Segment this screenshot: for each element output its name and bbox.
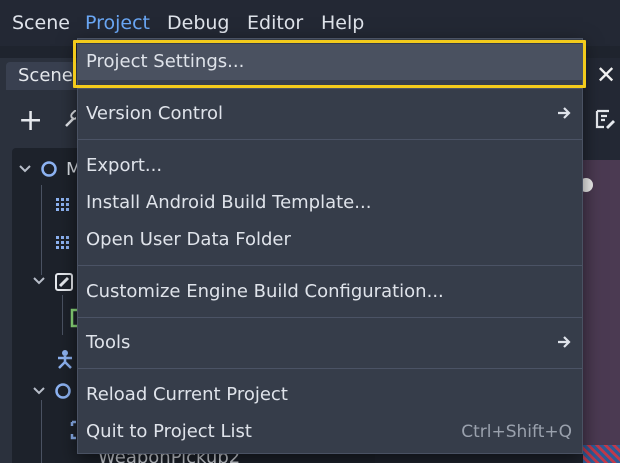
menu-item-open-user-data[interactable]: Open User Data Folder — [78, 222, 582, 258]
menu-separator — [78, 265, 582, 266]
tree-row[interactable] — [12, 300, 78, 336]
add-node-icon[interactable]: + — [18, 106, 43, 136]
menu-item-label: Customize Engine Build Configuration... — [86, 281, 444, 302]
menu-item-install-android-template[interactable]: Install Android Build Template... — [78, 185, 582, 221]
menu-scene[interactable]: Scene — [12, 10, 70, 36]
chevron-down-icon[interactable] — [18, 162, 32, 176]
menu-debug[interactable]: Debug — [167, 10, 229, 36]
tree-row[interactable] — [12, 412, 86, 448]
menu-item-export[interactable]: Export... — [78, 148, 582, 184]
menu-item-label: Tools — [86, 332, 131, 353]
menu-help[interactable]: Help — [321, 10, 364, 36]
node-circle-icon — [41, 161, 57, 177]
viewport-preview[interactable] — [579, 160, 620, 463]
menu-item-version-control[interactable]: Version Control — [78, 96, 582, 132]
arrow-right-icon — [558, 107, 571, 119]
viewport-hatch — [583, 445, 620, 463]
arrow-right-icon — [558, 336, 571, 348]
tree-row[interactable] — [12, 340, 78, 376]
menu-separator — [78, 139, 582, 140]
tab-scene-label: Scene — [18, 65, 73, 86]
node-circle-icon — [55, 383, 71, 399]
link-icon[interactable] — [62, 110, 76, 132]
tree-row[interactable] — [12, 226, 78, 262]
menu-item-label: Open User Data Folder — [86, 229, 291, 250]
character-body-icon — [58, 350, 72, 369]
menu-editor[interactable]: Editor — [247, 10, 303, 36]
tree-row[interactable] — [12, 264, 78, 300]
menu-item-tools[interactable]: Tools — [78, 325, 582, 361]
menu-item-label: Quit to Project List — [86, 421, 252, 442]
tree-row[interactable] — [12, 374, 78, 410]
menu-separator — [78, 88, 582, 89]
menu-item-project-settings[interactable]: Project Settings... — [78, 44, 582, 80]
menu-item-label: Export... — [86, 155, 163, 176]
script-edit-icon[interactable] — [594, 108, 616, 134]
menu-separator — [78, 317, 582, 318]
menu-item-label: Project Settings... — [86, 51, 245, 72]
menu-item-shortcut: Ctrl+Shift+Q — [461, 422, 572, 442]
project-menu-dropdown: Project Settings... Version Control Expo… — [77, 38, 583, 454]
menu-item-label: Reload Current Project — [86, 384, 288, 405]
grid-map-icon — [56, 198, 69, 211]
menu-item-label: Install Android Build Template... — [86, 192, 372, 213]
menu-project[interactable]: Project — [85, 10, 150, 36]
chevron-down-icon[interactable] — [32, 274, 46, 288]
menu-item-quit-to-project-list[interactable]: Quit to Project List Ctrl+Shift+Q — [78, 414, 582, 450]
menu-item-customize-engine-build[interactable]: Customize Engine Build Configuration... — [78, 274, 582, 310]
close-icon[interactable]: ✕ — [596, 62, 616, 88]
chevron-down-icon[interactable] — [32, 384, 46, 398]
tree-row[interactable] — [12, 188, 78, 224]
menu-item-reload-project[interactable]: Reload Current Project — [78, 377, 582, 413]
grid-map-icon — [56, 236, 69, 249]
tree-row[interactable]: M — [12, 152, 82, 188]
menu-separator — [78, 368, 582, 369]
menu-item-label: Version Control — [86, 103, 223, 124]
canvas-edit-icon — [55, 273, 73, 291]
